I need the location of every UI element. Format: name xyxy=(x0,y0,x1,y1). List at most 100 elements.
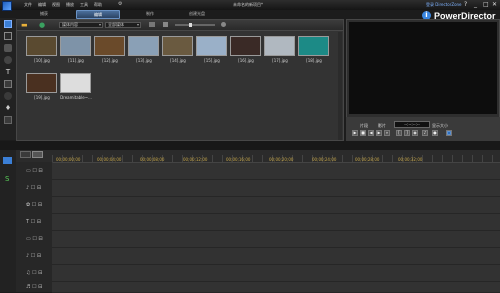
menu-edit[interactable]: 编辑 xyxy=(38,2,46,8)
maximize-button[interactable]: □ xyxy=(483,1,489,8)
effect-room-icon[interactable] xyxy=(4,32,12,40)
mark-out-icon[interactable]: ] xyxy=(404,130,410,136)
media-thumbnail[interactable] xyxy=(26,73,57,93)
undock-preview-icon[interactable]: □ xyxy=(446,130,452,136)
voice-over-room-icon[interactable]: ♦ xyxy=(4,104,12,112)
media-caption: [18].jpg xyxy=(306,58,322,63)
tab-create-disc[interactable]: 创建光盘 xyxy=(182,10,212,17)
storyboard-view-icon[interactable]: S xyxy=(5,175,9,183)
pip-room-icon[interactable] xyxy=(4,44,12,52)
track-controls[interactable]: ♬ ☐ ⊟ xyxy=(26,284,48,290)
timeline-track[interactable] xyxy=(52,163,500,180)
media-thumbnail[interactable] xyxy=(26,36,57,56)
snapshot-icon[interactable]: ◉ xyxy=(412,130,418,136)
volume-icon[interactable]: ♪ xyxy=(422,130,428,136)
search-icon[interactable] xyxy=(221,22,226,27)
view-mode-icon[interactable] xyxy=(149,22,155,27)
tab-edit[interactable]: 编辑 xyxy=(76,10,120,19)
room-toolbar: T ♦ xyxy=(0,18,16,140)
movie-mode-toggle[interactable]: 影片 xyxy=(378,123,386,129)
sign-in-link[interactable]: 登录 DirectorZone xyxy=(426,2,462,8)
media-caption: Dreamitable~... xyxy=(60,95,92,100)
ruler-tick-label: 00;00;00;00 xyxy=(56,157,81,162)
track-controls[interactable]: ♫ ☐ ⊟ xyxy=(26,270,48,276)
media-room-icon[interactable] xyxy=(4,20,12,28)
title-room-icon[interactable]: T xyxy=(4,68,12,76)
library-toolbar: ▬ ● 媒体内容 全部媒体 xyxy=(17,20,343,31)
zoom-fit-icon[interactable] xyxy=(32,151,43,158)
media-caption: [19].jpg xyxy=(34,95,50,100)
timeline-track[interactable] xyxy=(52,180,500,197)
mark-in-icon[interactable]: [ xyxy=(396,130,402,136)
stop-icon[interactable]: ■ xyxy=(360,130,366,136)
track-controls[interactable]: T ☐ ⊟ xyxy=(26,219,48,225)
panel-splitter[interactable] xyxy=(0,141,500,150)
media-thumbnail[interactable] xyxy=(60,73,91,93)
media-thumbnail[interactable] xyxy=(196,36,227,56)
import-folder-icon[interactable]: ▬ xyxy=(21,21,28,29)
window-title: 未命名的新项目* xyxy=(233,2,263,7)
media-thumbnail[interactable] xyxy=(60,36,91,56)
menu-play[interactable]: 播放 xyxy=(66,2,74,8)
download-globe-icon[interactable]: ● xyxy=(39,21,45,29)
transition-room-icon[interactable] xyxy=(4,80,12,88)
thumbnail-size-slider[interactable] xyxy=(175,23,215,27)
media-caption: [16].jpg xyxy=(238,58,254,63)
track-manager-icon[interactable] xyxy=(20,151,31,158)
particle-room-icon[interactable] xyxy=(4,56,12,64)
menu-tools[interactable]: 工具 xyxy=(80,2,88,8)
ruler-tick-label: 00;00;28;00 xyxy=(355,157,380,162)
close-button[interactable]: ✕ xyxy=(492,1,497,8)
media-caption: [17].jpg xyxy=(272,58,288,63)
menu-file[interactable]: 文件 xyxy=(24,2,32,8)
media-thumbnail[interactable] xyxy=(264,36,295,56)
ruler-tick-label: 00;00;32;00 xyxy=(398,157,423,162)
preview-3d-icon[interactable]: ● xyxy=(432,130,438,136)
library-filter-dropdown[interactable]: 媒体内容 xyxy=(59,22,103,28)
media-caption: [15].jpg xyxy=(204,58,220,63)
timeline-track[interactable] xyxy=(52,214,500,231)
audio-mixing-room-icon[interactable] xyxy=(4,92,12,100)
media-caption: [10].jpg xyxy=(34,58,50,63)
track-controls[interactable]: ♪ ☐ ⊟ xyxy=(26,253,48,259)
view-options-icon[interactable] xyxy=(163,22,168,27)
track-controls[interactable]: ▭ ☐ ⊟ xyxy=(26,236,48,242)
library-scrollbar[interactable] xyxy=(338,32,342,140)
minimize-button[interactable]: _ xyxy=(474,1,477,8)
menu-view[interactable]: 视图 xyxy=(52,2,60,8)
media-thumbnail[interactable] xyxy=(162,36,193,56)
app-logo-icon xyxy=(2,1,12,11)
settings-gear-icon[interactable]: ⚙ xyxy=(118,1,122,7)
media-thumbnail[interactable] xyxy=(128,36,159,56)
fast-forward-icon[interactable]: » xyxy=(384,130,390,136)
timeline-track[interactable] xyxy=(52,282,500,293)
timeline-view-icon[interactable] xyxy=(3,157,12,164)
clip-mode-toggle[interactable]: 片段 xyxy=(360,123,368,129)
display-size-dropdown[interactable]: 显示大小 xyxy=(432,123,448,129)
track-controls[interactable]: ♪ ☐ ⊟ xyxy=(26,185,48,191)
timeline-track[interactable] xyxy=(52,197,500,214)
next-frame-icon[interactable]: ▶ xyxy=(376,130,382,136)
media-caption: [14].jpg xyxy=(170,58,186,63)
media-thumbnail[interactable] xyxy=(230,36,261,56)
menu-help[interactable]: 帮助 xyxy=(94,2,102,8)
tab-capture[interactable]: 捕获 xyxy=(34,10,54,17)
media-thumbnail[interactable] xyxy=(298,36,329,56)
play-icon[interactable]: ▶ xyxy=(352,130,358,136)
media-caption: [13].jpg xyxy=(136,58,152,63)
timeline-track[interactable] xyxy=(52,231,500,248)
ruler-tick-label: 00;00;16;00 xyxy=(226,157,251,162)
help-button[interactable]: ? xyxy=(464,1,467,8)
media-caption: [11].jpg xyxy=(68,58,84,63)
timeline-track[interactable] xyxy=(52,248,500,265)
previous-frame-icon[interactable]: ◀ xyxy=(368,130,374,136)
track-controls[interactable]: ▭ ☐ ⊟ xyxy=(26,168,48,174)
library-sort-dropdown[interactable]: 全部媒体 xyxy=(105,22,141,28)
media-thumbnail[interactable] xyxy=(94,36,125,56)
tab-produce[interactable]: 制作 xyxy=(140,10,160,17)
timecode-display[interactable]: --:--:--:-- xyxy=(394,121,430,128)
track-controls[interactable]: ✿ ☐ ⊟ xyxy=(26,202,48,208)
chapter-room-icon[interactable] xyxy=(4,116,12,124)
timeline-track[interactable] xyxy=(52,265,500,282)
mode-tab-bar: 捕获 编辑 制作 创建光盘 xyxy=(14,10,344,19)
